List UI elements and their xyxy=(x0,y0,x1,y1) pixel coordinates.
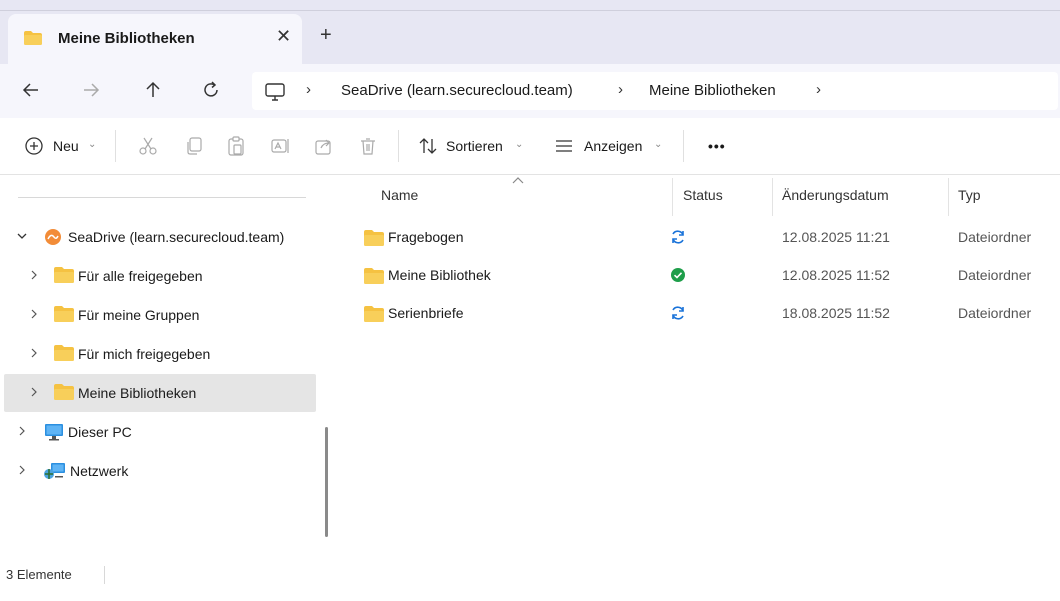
sidebar-item-label: Meine Bibliotheken xyxy=(78,385,197,401)
sync-pending-icon xyxy=(670,229,686,245)
sidebar-item-label: Für alle freigegeben xyxy=(78,268,203,284)
sidebar-item-dieser-pc[interactable]: Dieser PC xyxy=(4,413,316,451)
toolbar-divider xyxy=(115,130,116,162)
sidebar-item-fuer-meine-gruppen[interactable]: Für meine Gruppen xyxy=(4,296,316,334)
folder-icon xyxy=(54,267,74,283)
chevron-down-icon: ⌄ xyxy=(515,139,524,150)
toolbar-divider xyxy=(398,130,399,162)
share-icon[interactable] xyxy=(314,136,334,156)
breadcrumb-meine-bibliotheken[interactable]: Meine Bibliotheken xyxy=(649,82,776,99)
folder-icon xyxy=(364,268,384,284)
sidebar-scrollbar[interactable] xyxy=(325,427,328,537)
close-tab-icon[interactable]: ✕ xyxy=(276,26,291,47)
folder-icon xyxy=(364,306,384,322)
tab-title: Meine Bibliotheken xyxy=(58,30,195,47)
file-row-meine-bibliothek[interactable]: Meine Bibliothek 12.08.2025 11:52 Dateio… xyxy=(356,256,1060,294)
file-date: 18.08.2025 11:52 xyxy=(782,305,890,321)
refresh-icon[interactable] xyxy=(200,79,222,101)
chevron-down-icon[interactable] xyxy=(16,230,28,242)
navigation-pane: SeaDrive (learn.securecloud.team) Für al… xyxy=(0,175,316,557)
rename-icon[interactable] xyxy=(270,136,290,156)
chevron-down-icon: ⌄ xyxy=(88,139,97,150)
chevron-right-icon[interactable] xyxy=(28,269,40,281)
chevron-down-icon: ⌄ xyxy=(654,139,663,150)
command-toolbar: Neu ⌄ Sortieren ⌄ Anzeigen ⌄ ••• xyxy=(0,118,1060,175)
column-header-status[interactable]: Status xyxy=(683,187,723,203)
view-icon[interactable] xyxy=(554,136,574,156)
forward-arrow-icon[interactable] xyxy=(80,79,102,101)
view-button[interactable]: Anzeigen xyxy=(584,138,642,154)
folder-icon xyxy=(364,230,384,246)
sidebar-item-label: Dieser PC xyxy=(68,424,132,440)
chevron-right-icon[interactable] xyxy=(28,347,40,359)
column-divider[interactable] xyxy=(772,178,773,216)
tab-strip: Meine Bibliotheken ✕ + xyxy=(0,0,1060,64)
file-row-serienbriefe[interactable]: Serienbriefe 18.08.2025 11:52 Dateiordne… xyxy=(356,294,1060,332)
computer-icon xyxy=(264,82,286,102)
folder-icon xyxy=(24,31,42,45)
file-name: Meine Bibliothek xyxy=(388,267,491,283)
folder-icon xyxy=(54,384,74,400)
column-header-name[interactable]: Name xyxy=(381,187,418,203)
sort-ascending-icon xyxy=(512,176,524,184)
address-bar[interactable]: › SeaDrive (learn.securecloud.team) › Me… xyxy=(252,72,1058,110)
paste-icon[interactable] xyxy=(226,136,246,156)
network-icon xyxy=(44,462,66,480)
pc-icon xyxy=(44,423,64,441)
sidebar-item-fuer-alle-freigegeben[interactable]: Für alle freigegeben xyxy=(4,257,316,295)
file-date: 12.08.2025 11:52 xyxy=(782,267,890,283)
breadcrumb-separator: › xyxy=(618,81,623,98)
sidebar-item-label: Netzwerk xyxy=(70,463,129,479)
sidebar-item-fuer-mich-freigegeben[interactable]: Für mich freigegeben xyxy=(4,335,316,373)
new-button[interactable]: Neu xyxy=(53,138,79,154)
file-date: 12.08.2025 11:21 xyxy=(782,229,890,245)
sync-pending-icon xyxy=(670,305,686,321)
file-type: Dateiordner xyxy=(958,305,1032,321)
file-name: Serienbriefe xyxy=(388,305,464,321)
chevron-right-icon[interactable] xyxy=(28,308,40,320)
tab-meine-bibliotheken[interactable]: Meine Bibliotheken ✕ xyxy=(8,14,302,64)
sync-ok-icon xyxy=(670,267,686,283)
folder-icon xyxy=(54,306,74,322)
status-divider xyxy=(104,566,105,584)
delete-icon[interactable] xyxy=(358,136,378,156)
column-header-type[interactable]: Typ xyxy=(958,187,981,203)
column-divider[interactable] xyxy=(948,178,949,216)
plus-circle-icon[interactable] xyxy=(24,136,44,156)
sort-button[interactable]: Sortieren xyxy=(446,138,503,154)
sidebar-item-seadrive[interactable]: SeaDrive (learn.securecloud.team) xyxy=(4,218,316,256)
new-tab-button[interactable]: + xyxy=(320,24,332,47)
file-row-fragebogen[interactable]: Fragebogen 12.08.2025 11:21 Dateiordner xyxy=(356,218,1060,256)
sidebar-divider xyxy=(18,197,306,198)
seadrive-icon xyxy=(44,228,62,246)
copy-icon[interactable] xyxy=(184,136,204,156)
file-type: Dateiordner xyxy=(958,267,1032,283)
file-name: Fragebogen xyxy=(388,229,464,245)
sidebar-item-netzwerk[interactable]: Netzwerk xyxy=(4,452,316,490)
toolbar-divider xyxy=(683,130,684,162)
sidebar-item-label: Für mich freigegeben xyxy=(78,346,211,362)
chevron-right-icon[interactable] xyxy=(28,386,40,398)
folder-icon xyxy=(54,345,74,361)
sidebar-item-meine-bibliotheken[interactable]: Meine Bibliotheken xyxy=(4,374,316,412)
cut-icon[interactable] xyxy=(138,136,158,156)
up-arrow-icon[interactable] xyxy=(142,79,164,101)
title-divider xyxy=(0,10,1060,11)
breadcrumb-seadrive[interactable]: SeaDrive (learn.securecloud.team) xyxy=(341,82,573,99)
column-header-date[interactable]: Änderungsdatum xyxy=(782,187,889,203)
sidebar-item-label: Für meine Gruppen xyxy=(78,307,200,323)
sidebar-item-label: SeaDrive (learn.securecloud.team) xyxy=(68,229,285,245)
column-divider[interactable] xyxy=(672,178,673,216)
status-bar: 3 Elemente xyxy=(0,557,1060,601)
back-arrow-icon[interactable] xyxy=(20,79,42,101)
more-options-button[interactable]: ••• xyxy=(708,138,726,154)
breadcrumb-separator[interactable]: › xyxy=(816,81,821,98)
navigation-bar: › SeaDrive (learn.securecloud.team) › Me… xyxy=(0,64,1060,118)
sort-icon[interactable] xyxy=(418,136,438,156)
breadcrumb-separator: › xyxy=(306,81,311,98)
chevron-right-icon[interactable] xyxy=(16,425,28,437)
item-count: 3 Elemente xyxy=(6,567,72,582)
file-type: Dateiordner xyxy=(958,229,1032,245)
chevron-right-icon[interactable] xyxy=(16,464,28,476)
